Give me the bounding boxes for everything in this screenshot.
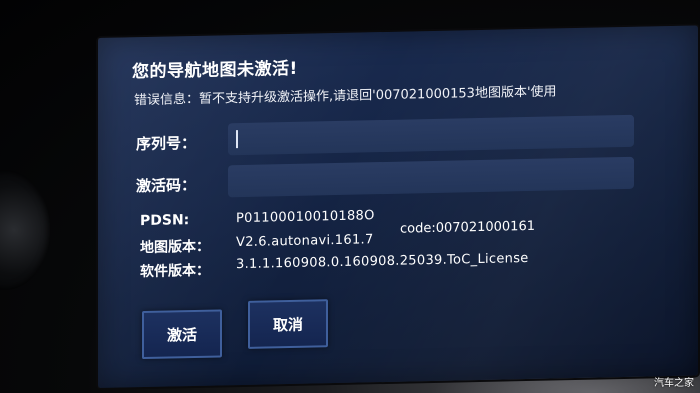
pdsn-value: P01100010010188O bbox=[236, 208, 375, 227]
map-code-value: code:007021000161 bbox=[400, 218, 535, 237]
serial-number-label: 序列号： bbox=[136, 133, 197, 154]
activate-button[interactable]: 激活 bbox=[142, 309, 222, 360]
cancel-button[interactable]: 取消 bbox=[248, 299, 328, 349]
dialog-title: 您的导航地图未激活! bbox=[132, 58, 298, 83]
error-message: 错误信息：暂不支持升级激活操作,请退回'007021000153地图版本'使用 bbox=[134, 84, 557, 109]
pdsn-label: PDSN: bbox=[140, 212, 190, 230]
activation-code-input[interactable] bbox=[228, 156, 634, 198]
photo-frame: 您的导航地图未激活! 错误信息：暂不支持升级激活操作,请退回'007021000… bbox=[0, 0, 700, 393]
software-version-label: 软件版本： bbox=[140, 262, 210, 281]
navigation-screen: 您的导航地图未激活! 错误信息：暂不支持升级激活操作,请退回'007021000… bbox=[98, 25, 698, 388]
activation-code-label: 激活码： bbox=[136, 175, 197, 196]
dashboard-knob bbox=[0, 170, 50, 290]
text-cursor bbox=[236, 130, 238, 149]
serial-number-input[interactable] bbox=[228, 114, 634, 156]
map-version-value: V2.6.autonavi.161.7 bbox=[236, 232, 374, 251]
software-version-value: 3.1.1.160908.0.160908.25039.ToC_License bbox=[236, 250, 529, 273]
watermark-text: 汽车之家 bbox=[654, 378, 694, 389]
map-version-label: 地图版本： bbox=[140, 238, 210, 257]
